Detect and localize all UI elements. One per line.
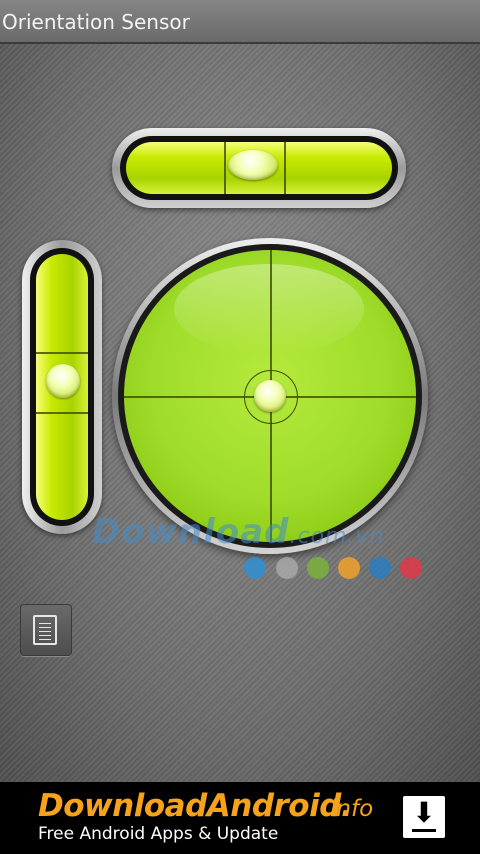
vertical-level-tube — [30, 248, 94, 526]
bullseye-gloss — [174, 264, 364, 354]
vertical-level-mark-bottom — [36, 412, 88, 414]
horizontal-level — [112, 128, 406, 208]
download-button[interactable]: ⬇ — [403, 796, 445, 838]
document-icon — [33, 615, 57, 645]
watermark-dot-5 — [369, 557, 391, 579]
horizontal-level-bubble — [228, 150, 278, 180]
watermark-text: Download — [92, 512, 290, 552]
banner-brand-suffix: info — [330, 796, 374, 822]
banner-brand[interactable]: DownloadAndroid. — [38, 788, 353, 824]
horizontal-level-liquid — [126, 142, 392, 194]
bullseye-bubble — [254, 380, 286, 412]
download-icon: ⬇ — [412, 796, 436, 829]
watermark-dot-6 — [400, 557, 422, 579]
watermark-dot-4 — [338, 557, 360, 579]
watermark-suffix: .com.vn — [289, 524, 385, 549]
title-bar: Orientation Sensor — [0, 0, 480, 44]
vertical-level — [22, 240, 102, 534]
download-icon-base — [412, 829, 436, 832]
watermark-dot-1 — [244, 557, 266, 579]
watermark-dot-3 — [307, 557, 329, 579]
banner-brand-name: DownloadAndroid — [38, 788, 341, 824]
watermark-dot-2 — [276, 557, 298, 579]
bullseye-level — [112, 238, 428, 554]
watermark-logo: Download.com.vn — [92, 512, 384, 552]
banner-tagline: Free Android Apps & Update — [38, 824, 279, 844]
bullseye-level-rim — [118, 244, 422, 548]
vertical-level-mark-top — [36, 352, 88, 354]
horizontal-level-mark-right — [284, 142, 286, 194]
horizontal-level-mark-left — [224, 142, 226, 194]
horizontal-level-tube — [120, 136, 398, 200]
vertical-level-liquid — [36, 254, 88, 520]
notes-button[interactable] — [20, 604, 72, 656]
app-title: Orientation Sensor — [2, 10, 190, 34]
vertical-level-bubble — [46, 364, 80, 398]
bullseye-level-liquid — [124, 250, 416, 542]
